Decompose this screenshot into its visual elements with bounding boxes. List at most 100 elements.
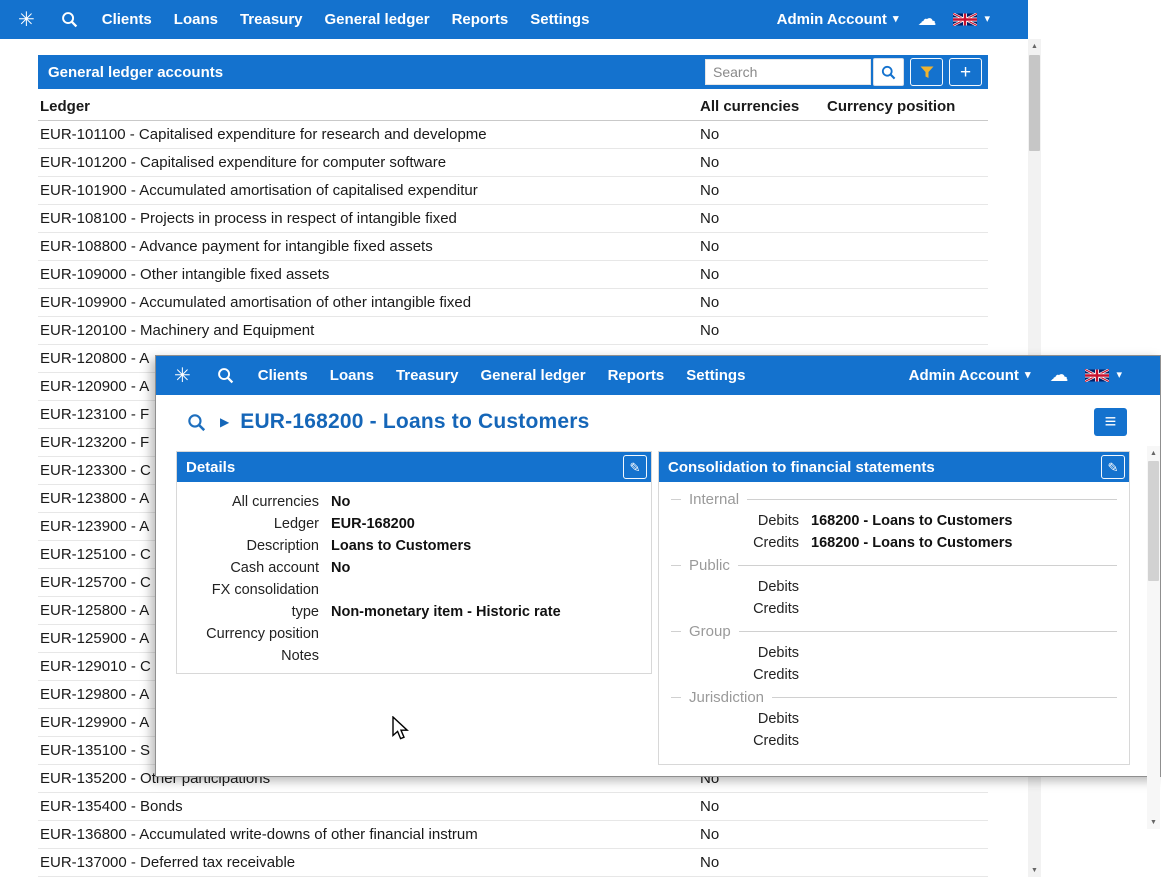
field-value: Non-monetary item - Historic rate — [331, 604, 561, 620]
nav-item-treasury[interactable]: Treasury — [396, 367, 459, 384]
cloud-icon[interactable]: ☁ — [917, 10, 936, 29]
table-row[interactable]: EUR-109900 - Accumulated amortisation of… — [38, 288, 988, 317]
all-currencies-cell: No — [698, 204, 825, 233]
consolidation-row: Debits 168200 - Loans to Customers — [671, 510, 1117, 532]
field-label: Ledger — [273, 516, 319, 532]
consolidation-row-value — [811, 598, 1117, 620]
ledger-cell: EUR-101900 - Accumulated amortisation of… — [38, 176, 698, 205]
scrollbar-thumb[interactable] — [1148, 461, 1159, 581]
nav-item-general-ledger[interactable]: General ledger — [325, 11, 430, 28]
nav-item-reports[interactable]: Reports — [452, 11, 509, 28]
detail-field-row: Cash account No — [187, 557, 641, 579]
hamburger-icon: ≡ — [1104, 411, 1117, 433]
consolidation-row: Credits 168200 - Loans to Customers — [671, 532, 1117, 554]
table-row[interactable]: EUR-135400 - Bonds No — [38, 792, 988, 821]
consolidation-row-label: Debits — [757, 579, 799, 595]
filter-button[interactable] — [910, 58, 943, 86]
app-logo-icon[interactable]: ✳ — [18, 10, 35, 30]
detail-page: ▶ EUR-168200 - Loans to Customers ≡ Deta… — [156, 407, 1160, 829]
consolidation-row-value — [811, 576, 1117, 598]
nav-item-loans[interactable]: Loans — [330, 367, 374, 384]
table-row[interactable]: EUR-108100 - Projects in process in resp… — [38, 204, 988, 233]
main-navbar-wrap: ✳ Clients Loans Treasury General ledger … — [0, 0, 1028, 39]
cloud-icon[interactable]: ☁ — [1049, 366, 1068, 385]
field-value: EUR-168200 — [331, 516, 415, 532]
all-currencies-cell: No — [698, 232, 825, 261]
detail-vertical-scrollbar[interactable]: ▲ ▼ — [1147, 446, 1160, 829]
consolidation-panel-header: Consolidation to financial statements ✎ — [659, 452, 1129, 482]
all-currencies-cell: No — [698, 148, 825, 177]
navbar-right: Admin Account ▾ ☁ ▾ — [909, 366, 1122, 385]
ledger-cell: EUR-137000 - Deferred tax receivable — [38, 848, 698, 877]
language-caret-down-icon[interactable]: ▾ — [984, 14, 990, 25]
ledger-cell: EUR-135400 - Bonds — [38, 792, 698, 821]
consolidation-row: Debits — [671, 576, 1117, 598]
field-label: All currencies — [231, 494, 319, 510]
edit-details-button[interactable]: ✎ — [623, 455, 647, 479]
nav-item-loans[interactable]: Loans — [174, 11, 218, 28]
all-currencies-cell: No — [698, 792, 825, 821]
field-label: Currency position — [206, 626, 319, 642]
search-button[interactable] — [873, 58, 904, 86]
page-menu-button[interactable]: ≡ — [1094, 408, 1127, 436]
table-row[interactable]: EUR-108800 - Advance payment for intangi… — [38, 232, 988, 261]
nav-item-reports[interactable]: Reports — [608, 367, 665, 384]
search-icon[interactable] — [187, 413, 206, 432]
details-panel-title: Details — [186, 458, 236, 476]
currency-position-cell — [825, 820, 988, 849]
scroll-up-icon[interactable]: ▲ — [1147, 446, 1160, 460]
plus-icon: + — [959, 61, 972, 83]
consolidation-row: Debits — [671, 642, 1117, 664]
field-label: Description — [246, 538, 319, 554]
uk-flag-icon[interactable] — [953, 13, 978, 26]
consolidation-row-value — [811, 664, 1117, 686]
ledger-cell: EUR-120100 - Machinery and Equipment — [38, 316, 698, 345]
uk-flag-icon[interactable] — [1085, 369, 1110, 382]
account-label: Admin Account — [908, 367, 1019, 384]
app-logo-icon[interactable]: ✳ — [174, 366, 191, 386]
nav-item-clients[interactable]: Clients — [258, 367, 308, 384]
scroll-down-icon[interactable]: ▼ — [1028, 863, 1041, 877]
nav-item-settings[interactable]: Settings — [686, 367, 745, 384]
search-icon[interactable] — [61, 11, 78, 28]
group-legend: Public — [671, 554, 1117, 576]
ledger-cell: EUR-136800 - Accumulated write-downs of … — [38, 820, 698, 849]
currency-position-cell — [825, 792, 988, 821]
detail-field-row: Notes — [187, 645, 641, 667]
page-title: General ledger accounts — [48, 63, 224, 81]
all-currencies-cell: No — [698, 848, 825, 877]
account-menu[interactable]: Admin Account ▾ — [777, 11, 899, 28]
chevron-right-icon[interactable]: ▶ — [220, 415, 229, 429]
language-caret-down-icon[interactable]: ▾ — [1116, 370, 1122, 381]
table-row[interactable]: EUR-109000 - Other intangible fixed asse… — [38, 260, 988, 289]
table-row[interactable]: EUR-101900 - Accumulated amortisation of… — [38, 176, 988, 205]
detail-field-row: Description Loans to Customers — [187, 535, 641, 557]
field-value: No — [331, 494, 351, 510]
field-label: FX consolidation type — [211, 582, 319, 620]
consolidation-row-value: 168200 - Loans to Customers — [811, 535, 1013, 551]
scroll-down-icon[interactable]: ▼ — [1147, 815, 1160, 829]
consolidation-row-label: Credits — [753, 733, 799, 749]
all-currencies-cell: No — [698, 316, 825, 345]
panels-row: Details ✎ All currencies No Ledger EUR-1682… — [156, 451, 1160, 765]
scrollbar-thumb[interactable] — [1029, 55, 1040, 151]
search-input[interactable] — [705, 59, 871, 85]
detail-title-row: ▶ EUR-168200 - Loans to Customers ≡ — [187, 407, 1127, 437]
details-panel: Details ✎ All currencies No Ledger EUR-1682… — [176, 451, 652, 674]
nav-item-settings[interactable]: Settings — [530, 11, 589, 28]
search-icon[interactable] — [217, 367, 234, 384]
nav-item-general-ledger[interactable]: General ledger — [481, 367, 586, 384]
table-row[interactable]: EUR-120100 - Machinery and Equipment No — [38, 316, 988, 345]
table-row[interactable]: EUR-137000 - Deferred tax receivable No — [38, 848, 988, 877]
nav-item-treasury[interactable]: Treasury — [240, 11, 303, 28]
detail-field-row: All currencies No — [187, 491, 641, 513]
account-menu[interactable]: Admin Account ▾ — [909, 367, 1031, 384]
add-account-button[interactable]: + — [949, 58, 982, 86]
edit-consolidation-button[interactable]: ✎ — [1101, 455, 1125, 479]
scroll-up-icon[interactable]: ▲ — [1028, 39, 1041, 53]
nav-item-clients[interactable]: Clients — [102, 11, 152, 28]
table-row[interactable]: EUR-101200 - Capitalised expenditure for… — [38, 148, 988, 177]
ledger-cell: EUR-109900 - Accumulated amortisation of… — [38, 288, 698, 317]
table-row[interactable]: EUR-101100 - Capitalised expenditure for… — [38, 120, 988, 149]
table-row[interactable]: EUR-136800 - Accumulated write-downs of … — [38, 820, 988, 849]
